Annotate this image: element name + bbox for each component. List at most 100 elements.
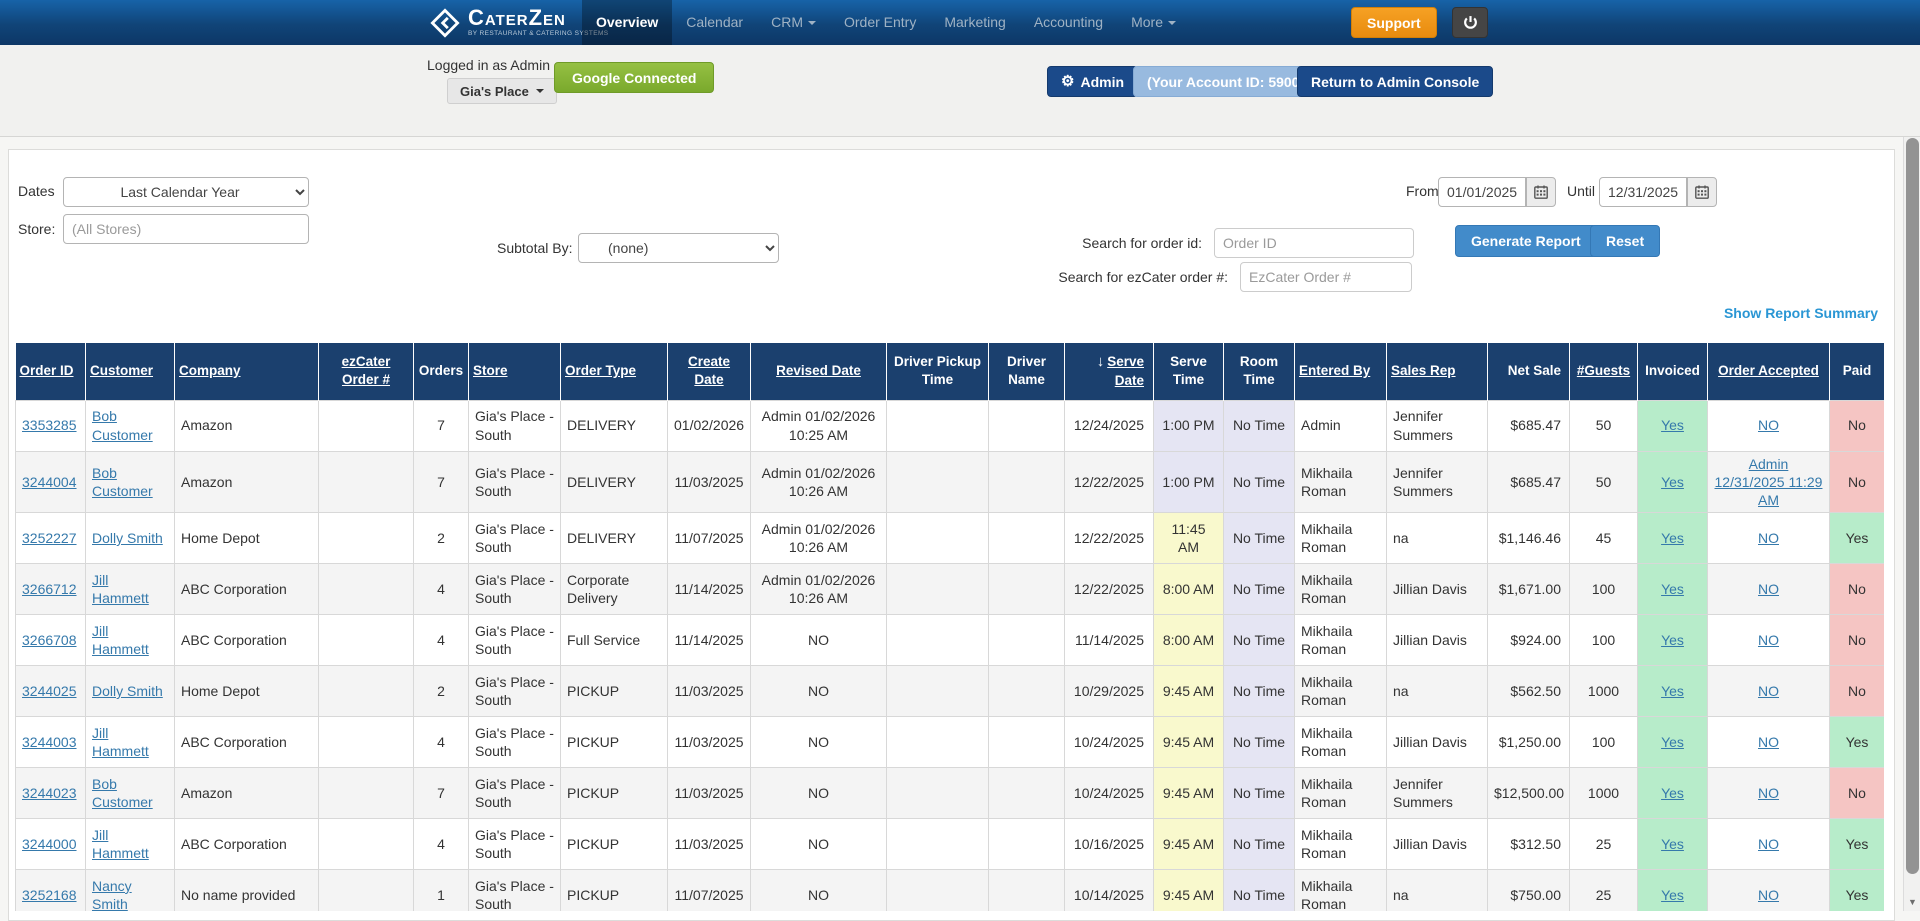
- order-accepted-link[interactable]: Admin 12/31/2025 11:29 AM: [1715, 456, 1823, 508]
- customer-link[interactable]: Bob Customer: [92, 465, 153, 499]
- cell-order-type: PICKUP: [561, 666, 668, 717]
- column-header-order-id[interactable]: Order ID: [16, 343, 86, 400]
- from-calendar-button[interactable]: [1526, 177, 1556, 207]
- invoiced-link[interactable]: Yes: [1661, 683, 1684, 699]
- invoiced-link[interactable]: Yes: [1661, 417, 1684, 433]
- invoiced-link[interactable]: Yes: [1661, 530, 1684, 546]
- store-selector-dropdown[interactable]: Gia's Place: [447, 78, 557, 104]
- order-id-link[interactable]: 3353285: [22, 417, 77, 433]
- ezcater-search-label: Search for ezCater order #:: [902, 269, 1228, 285]
- order-accepted-link[interactable]: NO: [1758, 683, 1779, 699]
- dates-select[interactable]: Last Calendar Year: [63, 177, 309, 207]
- order-id-link[interactable]: 3244004: [22, 474, 77, 490]
- customer-link[interactable]: Bob Customer: [92, 408, 153, 442]
- column-header-company[interactable]: Company: [175, 343, 319, 400]
- cell-create-date: 11/14/2025: [668, 564, 751, 615]
- nav-item-accounting[interactable]: Accounting: [1020, 0, 1117, 45]
- cell-sales-rep: na: [1387, 666, 1488, 717]
- nav-item-marketing[interactable]: Marketing: [930, 0, 1019, 45]
- customer-link[interactable]: Bob Customer: [92, 776, 153, 810]
- cell-create-date: 11/03/2025: [668, 451, 751, 513]
- ezcater-search-input[interactable]: [1240, 262, 1412, 292]
- order-accepted-link[interactable]: NO: [1758, 734, 1779, 750]
- column-header-customer[interactable]: Customer: [86, 343, 175, 400]
- invoiced-link[interactable]: Yes: [1661, 474, 1684, 490]
- nav-menu: OverviewCalendarCRMOrder EntryMarketingA…: [582, 0, 1190, 45]
- column-header-ezcater-order[interactable]: ezCater Order #: [319, 343, 414, 400]
- column-header-serve-date[interactable]: ↓Serve Date: [1065, 343, 1154, 400]
- order-id-link[interactable]: 3266708: [22, 632, 77, 648]
- reset-button[interactable]: Reset: [1590, 225, 1660, 257]
- column-header-label: Driver Name: [1007, 354, 1046, 387]
- order-accepted-link[interactable]: NO: [1758, 530, 1779, 546]
- store-input[interactable]: [63, 214, 309, 244]
- cell-driver-name: [989, 564, 1065, 615]
- cell-orders: 2: [414, 666, 469, 717]
- order-accepted-link[interactable]: NO: [1758, 581, 1779, 597]
- order-id-link[interactable]: 3244025: [22, 683, 77, 699]
- order-id-link[interactable]: 3266712: [22, 581, 77, 597]
- order-id-link[interactable]: 3244003: [22, 734, 77, 750]
- order-accepted-link[interactable]: NO: [1758, 836, 1779, 852]
- customer-link[interactable]: Jill Hammett: [92, 572, 149, 606]
- column-header-store[interactable]: Store: [469, 343, 561, 400]
- cell-net-sale: $750.00: [1488, 870, 1570, 911]
- customer-link[interactable]: Nancy Smith: [92, 878, 132, 911]
- cell-invoiced: Yes: [1638, 717, 1708, 768]
- vertical-scrollbar[interactable]: ▼: [1903, 137, 1920, 911]
- customer-link[interactable]: Jill Hammett: [92, 827, 149, 861]
- order-accepted-link[interactable]: NO: [1758, 417, 1779, 433]
- admin-button[interactable]: ⚙ Admin: [1047, 66, 1138, 97]
- nav-item-order-entry[interactable]: Order Entry: [830, 0, 930, 45]
- order-accepted-link[interactable]: NO: [1758, 632, 1779, 648]
- invoiced-link[interactable]: Yes: [1661, 887, 1684, 903]
- show-report-summary-link[interactable]: Show Report Summary: [1600, 305, 1878, 321]
- nav-item-calendar[interactable]: Calendar: [672, 0, 757, 45]
- order-accepted-link[interactable]: NO: [1758, 785, 1779, 801]
- column-header-sales-rep[interactable]: Sales Rep: [1387, 343, 1488, 400]
- customer-link[interactable]: Jill Hammett: [92, 725, 149, 759]
- column-header-create-date[interactable]: Create Date: [668, 343, 751, 400]
- subtotal-by-select[interactable]: (none): [578, 233, 779, 263]
- return-to-admin-console-button[interactable]: Return to Admin Console: [1297, 66, 1493, 97]
- generate-report-button[interactable]: Generate Report: [1455, 225, 1597, 257]
- until-date-input[interactable]: [1599, 177, 1687, 207]
- cell-ezcater-order: [319, 768, 414, 819]
- google-connected-button[interactable]: Google Connected: [554, 62, 714, 93]
- from-date-input[interactable]: [1438, 177, 1526, 207]
- scrollbar-down-arrow[interactable]: ▼: [1904, 893, 1920, 911]
- invoiced-link[interactable]: Yes: [1661, 836, 1684, 852]
- column-header-guests[interactable]: #Guests: [1570, 343, 1638, 400]
- order-accepted-link[interactable]: NO: [1758, 887, 1779, 903]
- order-id-link[interactable]: 3244000: [22, 836, 77, 852]
- order-id-link[interactable]: 3252168: [22, 887, 77, 903]
- until-calendar-button[interactable]: [1687, 177, 1717, 207]
- cell-driver-pickup-time: [887, 717, 989, 768]
- column-header-order-type[interactable]: Order Type: [561, 343, 668, 400]
- customer-link[interactable]: Jill Hammett: [92, 623, 149, 657]
- invoiced-link[interactable]: Yes: [1661, 785, 1684, 801]
- column-header-order-accepted[interactable]: Order Accepted: [1708, 343, 1830, 400]
- order-id-link[interactable]: 3244023: [22, 785, 77, 801]
- scrollbar-thumb[interactable]: [1906, 138, 1919, 874]
- cell-sales-rep: Jennifer Summers: [1387, 400, 1488, 451]
- order-id-link[interactable]: 3252227: [22, 530, 77, 546]
- invoiced-link[interactable]: Yes: [1661, 581, 1684, 597]
- logout-button[interactable]: [1452, 7, 1488, 38]
- cell-order-accepted: NO: [1708, 666, 1830, 717]
- invoiced-link[interactable]: Yes: [1661, 734, 1684, 750]
- nav-item-overview[interactable]: Overview: [582, 0, 672, 45]
- customer-link[interactable]: Dolly Smith: [92, 530, 163, 546]
- cell-serve-time: 8:00 AM: [1154, 564, 1224, 615]
- cell-order-accepted: NO: [1708, 513, 1830, 564]
- nav-item-more[interactable]: More: [1117, 0, 1190, 45]
- invoiced-link[interactable]: Yes: [1661, 632, 1684, 648]
- nav-item-crm[interactable]: CRM: [757, 0, 830, 45]
- column-header-entered-by[interactable]: Entered By: [1295, 343, 1387, 400]
- support-button[interactable]: Support: [1351, 7, 1437, 38]
- customer-link[interactable]: Dolly Smith: [92, 683, 163, 699]
- column-header-revised-date[interactable]: Revised Date: [751, 343, 887, 400]
- order-id-search-input[interactable]: [1214, 228, 1414, 258]
- cell-entered-by: Mikhaila Roman: [1295, 615, 1387, 666]
- cell-driver-pickup-time: [887, 615, 989, 666]
